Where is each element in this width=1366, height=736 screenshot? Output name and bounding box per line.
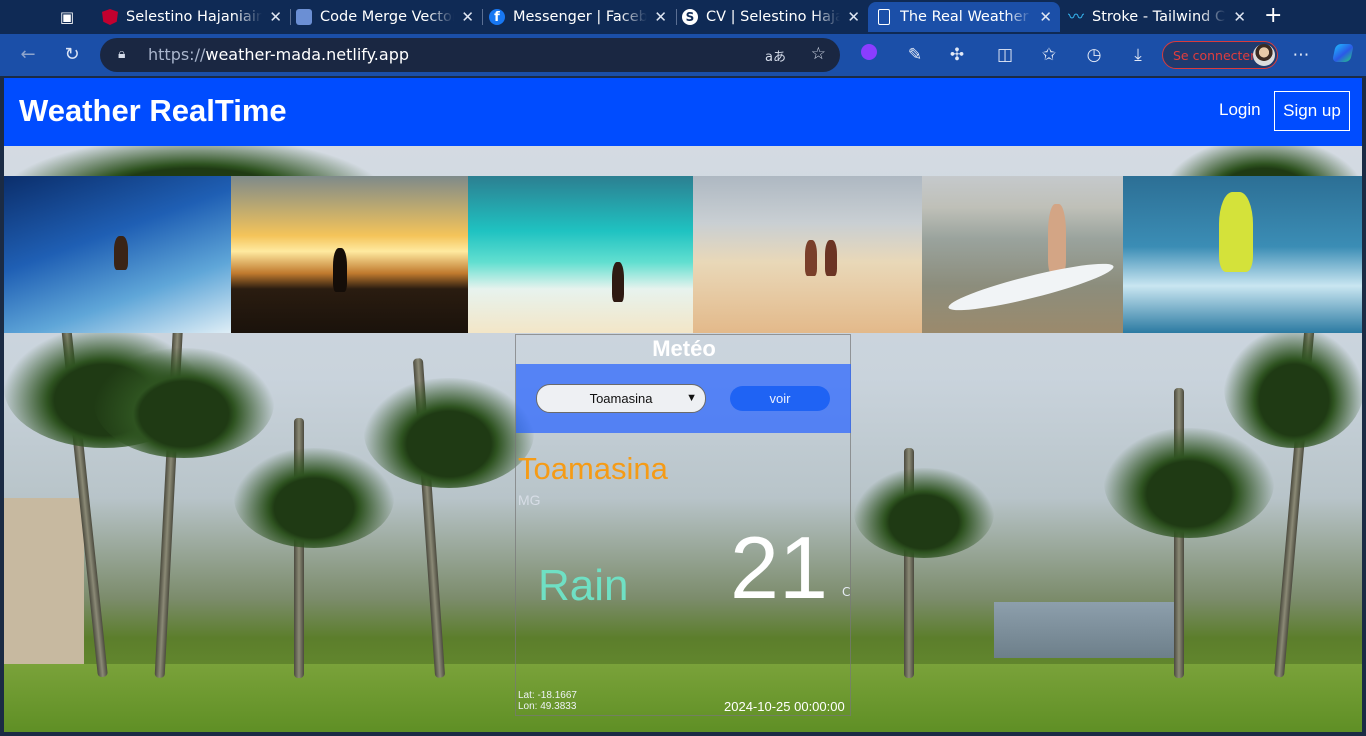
palm-leaves bbox=[234, 448, 394, 548]
surf-photo-rider bbox=[1123, 176, 1362, 333]
chevron-down-icon: ▼ bbox=[686, 392, 697, 404]
back-icon[interactable]: ← bbox=[18, 45, 38, 65]
signin-button[interactable]: Se connecter bbox=[1162, 41, 1278, 69]
palm-leaves bbox=[364, 378, 534, 488]
close-icon[interactable]: ✕ bbox=[1039, 2, 1052, 32]
signin-label: Se connecter bbox=[1173, 48, 1256, 63]
url-field[interactable]: 🔒︎ https://weather-mada.netlify.app aあ ☆ bbox=[100, 38, 840, 72]
surfer-figure bbox=[805, 240, 817, 276]
s-logo-icon: S bbox=[682, 9, 698, 25]
extensions-icon[interactable]: ✣ bbox=[946, 44, 968, 66]
login-link[interactable]: Login bbox=[1219, 78, 1261, 142]
surfer-figure bbox=[1048, 204, 1066, 274]
tab-title: The Real Weather bbox=[900, 9, 1029, 25]
extension-chat-icon[interactable] bbox=[858, 44, 880, 66]
surfer-figure bbox=[825, 240, 837, 276]
palm-leaves bbox=[854, 468, 994, 558]
browser-tab-bar: ▣ Selestino Hajaniaina ✕ Code Merge Vect… bbox=[0, 0, 1366, 34]
temperature-unit: C bbox=[842, 585, 851, 599]
tab-title: Code Merge Vector bbox=[320, 9, 454, 25]
close-icon[interactable]: ✕ bbox=[847, 2, 860, 32]
palm-leaves bbox=[1104, 428, 1274, 538]
background-building bbox=[4, 498, 84, 678]
more-menu-icon[interactable]: ⋯ bbox=[1290, 44, 1312, 66]
copilot-icon[interactable] bbox=[1332, 44, 1354, 66]
country-code: MG bbox=[518, 492, 541, 508]
close-icon[interactable]: ✕ bbox=[269, 2, 282, 32]
history-icon[interactable]: ◷ bbox=[1083, 44, 1105, 66]
browser-tab[interactable]: Selestino Hajaniaina ✕ bbox=[94, 2, 290, 32]
card-title: Metéo bbox=[652, 336, 716, 361]
lock-icon: 🔒︎ bbox=[118, 46, 126, 62]
city-name: Toamasina bbox=[518, 451, 668, 486]
browser-tab[interactable]: S CV | Selestino Hajaniaina ✕ bbox=[674, 2, 868, 32]
favorite-star-icon[interactable]: ☆ bbox=[811, 44, 826, 64]
surfer-figure bbox=[1219, 192, 1253, 272]
read-aloud-icon[interactable]: aあ bbox=[765, 46, 786, 65]
angular-icon bbox=[102, 9, 118, 25]
avatar bbox=[1253, 44, 1275, 66]
url-host: weather-mada.netlify.app bbox=[205, 45, 410, 64]
surf-photo-paddle bbox=[922, 176, 1123, 333]
paddleboard bbox=[945, 255, 1117, 319]
city-select[interactable]: Toamasina ▼ bbox=[536, 384, 706, 413]
close-icon[interactable]: ✕ bbox=[461, 2, 474, 32]
browser-tab[interactable]: Code Merge Vector ✕ bbox=[288, 2, 482, 32]
coordinates: Lat: -18.1667 Lon: 49.3833 bbox=[518, 690, 577, 712]
tab-title: CV | Selestino Hajaniaina bbox=[706, 9, 840, 25]
extension-tools-icon[interactable]: ✎ bbox=[904, 44, 926, 66]
favorites-icon[interactable]: ✩ bbox=[1038, 44, 1060, 66]
voir-button[interactable]: voir bbox=[730, 386, 830, 411]
latitude: Lat: -18.1667 bbox=[518, 690, 577, 701]
observation-datetime: 2024-10-25 00:00:00 bbox=[724, 699, 845, 714]
palm-leaves bbox=[94, 348, 274, 458]
longitude: Lon: 49.3833 bbox=[518, 701, 577, 712]
browser-tab-active[interactable]: The Real Weather ✕ bbox=[868, 2, 1060, 32]
weather-condition: Rain bbox=[538, 561, 629, 610]
surf-photo-beach bbox=[468, 176, 693, 333]
photo-gallery bbox=[4, 176, 1362, 333]
new-tab-icon[interactable]: + bbox=[1264, 4, 1282, 28]
browser-tab[interactable]: 〰 Stroke - Tailwind CSS ✕ bbox=[1060, 2, 1254, 32]
site-brand[interactable]: Weather RealTime bbox=[19, 78, 287, 144]
surfer-figure bbox=[114, 236, 128, 270]
page-content: Weather RealTime Login Sign up Metéo Toa… bbox=[4, 78, 1362, 732]
url-protocol: https:// bbox=[148, 45, 206, 64]
tailwind-icon: 〰 bbox=[1068, 7, 1085, 26]
browser-tab[interactable]: f Messenger | Facebook ✕ bbox=[481, 2, 675, 32]
tab-title: Stroke - Tailwind CSS bbox=[1092, 9, 1226, 25]
surf-photo-wave bbox=[4, 176, 231, 333]
facebook-icon: f bbox=[489, 9, 505, 25]
surf-photo-sunset bbox=[231, 176, 468, 333]
url-text[interactable]: https://weather-mada.netlify.app bbox=[148, 38, 409, 72]
background-building bbox=[994, 602, 1184, 658]
palm-leaves bbox=[1224, 328, 1362, 448]
surfer-figure bbox=[333, 248, 347, 292]
surf-photo-runners bbox=[693, 176, 922, 333]
reload-icon[interactable]: ↻ bbox=[62, 45, 82, 65]
close-icon[interactable]: ✕ bbox=[1233, 2, 1246, 32]
downloads-icon[interactable]: ⤓ bbox=[1127, 44, 1149, 66]
weather-card: Metéo Toamasina ▼ voir Toamasina MG Rain… bbox=[515, 334, 851, 716]
signup-button[interactable]: Sign up bbox=[1274, 91, 1350, 131]
surfer-figure bbox=[612, 262, 624, 302]
page-icon bbox=[878, 9, 890, 25]
tab-actions-icon[interactable]: ▣ bbox=[58, 8, 76, 26]
merge-icon bbox=[296, 9, 312, 25]
split-screen-icon[interactable]: ◫ bbox=[994, 44, 1016, 66]
tab-title: Messenger | Facebook bbox=[513, 9, 647, 25]
city-search-form: Toamasina ▼ voir bbox=[516, 364, 851, 433]
city-select-value: Toamasina bbox=[589, 391, 653, 406]
top-navbar: Weather RealTime Login Sign up bbox=[4, 78, 1362, 146]
address-bar: ← ↻ 🔒︎ https://weather-mada.netlify.app … bbox=[0, 34, 1366, 76]
close-icon[interactable]: ✕ bbox=[654, 2, 667, 32]
tab-title: Selestino Hajaniaina bbox=[126, 9, 262, 25]
temperature-value: 21 bbox=[730, 518, 828, 617]
